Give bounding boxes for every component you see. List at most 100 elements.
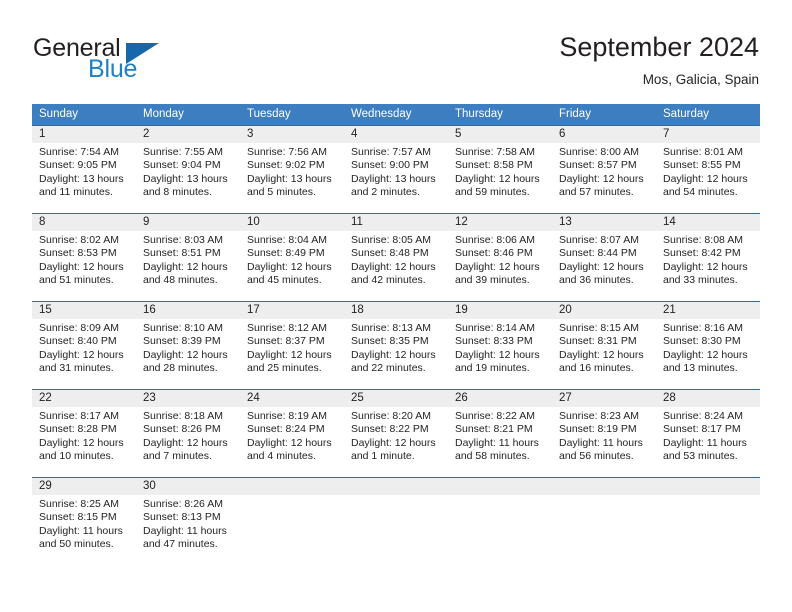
sunset-text: Sunset: 8:53 PM — [39, 247, 117, 260]
daylight-text-line1: Daylight: 12 hours — [559, 172, 644, 185]
day-number[interactable]: 16 — [136, 302, 240, 319]
daylight-text-line2: and 50 minutes. — [39, 538, 114, 551]
day-number[interactable]: 5 — [448, 126, 552, 143]
daylight-text-line1: Daylight: 11 hours — [143, 524, 227, 537]
day-number[interactable]: 15 — [32, 302, 136, 319]
day-cell[interactable]: Sunrise: 8:02 AM Sunset: 8:53 PM Dayligh… — [32, 231, 136, 301]
day-cell[interactable]: Sunrise: 8:01 AM Sunset: 8:55 PM Dayligh… — [656, 143, 760, 213]
day-cell[interactable]: Sunrise: 8:05 AM Sunset: 8:48 PM Dayligh… — [344, 231, 448, 301]
sunrise-text: Sunrise: 8:03 AM — [143, 234, 223, 246]
day-cell[interactable]: Sunrise: 8:00 AM Sunset: 8:57 PM Dayligh… — [552, 143, 656, 213]
day-number[interactable]: 10 — [240, 214, 344, 231]
sunrise-text: Sunrise: 7:55 AM — [143, 146, 223, 158]
daylight-text-line2: and 42 minutes. — [351, 274, 426, 287]
day-cell[interactable]: Sunrise: 8:09 AM Sunset: 8:40 PM Dayligh… — [32, 319, 136, 389]
day-number[interactable]: 6 — [552, 126, 656, 143]
sunrise-text: Sunrise: 8:02 AM — [39, 234, 119, 246]
day-number[interactable]: 17 — [240, 302, 344, 319]
day-number[interactable]: 27 — [552, 390, 656, 407]
day-cell[interactable]: Sunrise: 8:16 AM Sunset: 8:30 PM Dayligh… — [656, 319, 760, 389]
daylight-text-line2: and 59 minutes. — [455, 186, 530, 199]
week-detail-row: Sunrise: 7:54 AM Sunset: 9:05 PM Dayligh… — [32, 143, 760, 213]
day-cell[interactable]: Sunrise: 8:07 AM Sunset: 8:44 PM Dayligh… — [552, 231, 656, 301]
day-number[interactable]: 26 — [448, 390, 552, 407]
day-number[interactable]: 21 — [656, 302, 760, 319]
day-cell[interactable]: Sunrise: 8:18 AM Sunset: 8:26 PM Dayligh… — [136, 407, 240, 477]
daylight-text-line1: Daylight: 11 hours — [39, 524, 123, 537]
day-cell[interactable]: Sunrise: 8:06 AM Sunset: 8:46 PM Dayligh… — [448, 231, 552, 301]
week-day-number-band: 22 23 24 25 26 27 28 — [32, 390, 760, 407]
sunrise-text: Sunrise: 7:58 AM — [455, 146, 535, 158]
day-cell[interactable]: Sunrise: 8:13 AM Sunset: 8:35 PM Dayligh… — [344, 319, 448, 389]
day-cell[interactable]: Sunrise: 8:20 AM Sunset: 8:22 PM Dayligh… — [344, 407, 448, 477]
day-number[interactable]: 30 — [136, 478, 240, 495]
day-number[interactable]: 2 — [136, 126, 240, 143]
day-cell[interactable]: Sunrise: 8:10 AM Sunset: 8:39 PM Dayligh… — [136, 319, 240, 389]
daylight-text-line2: and 5 minutes. — [247, 186, 316, 199]
day-number[interactable]: 14 — [656, 214, 760, 231]
day-cell[interactable]: Sunrise: 8:24 AM Sunset: 8:17 PM Dayligh… — [656, 407, 760, 477]
day-cell[interactable]: Sunrise: 7:55 AM Sunset: 9:04 PM Dayligh… — [136, 143, 240, 213]
daylight-text-line2: and 28 minutes. — [143, 362, 218, 375]
day-number[interactable]: 29 — [32, 478, 136, 495]
day-cell[interactable]: Sunrise: 8:12 AM Sunset: 8:37 PM Dayligh… — [240, 319, 344, 389]
sunrise-text: Sunrise: 8:10 AM — [143, 322, 223, 334]
day-cell[interactable]: Sunrise: 8:03 AM Sunset: 8:51 PM Dayligh… — [136, 231, 240, 301]
day-cell[interactable]: Sunrise: 7:58 AM Sunset: 8:58 PM Dayligh… — [448, 143, 552, 213]
day-number[interactable]: 8 — [32, 214, 136, 231]
day-cell[interactable]: Sunrise: 8:25 AM Sunset: 8:15 PM Dayligh… — [32, 495, 136, 565]
general-blue-logo[interactable]: General Blue — [33, 34, 233, 84]
title-block: September 2024 Mos, Galicia, Spain — [559, 32, 759, 87]
sunrise-text: Sunrise: 8:16 AM — [663, 322, 743, 334]
daylight-text-line2: and 57 minutes. — [559, 186, 634, 199]
day-number[interactable]: 18 — [344, 302, 448, 319]
sunrise-text: Sunrise: 8:17 AM — [39, 410, 119, 422]
day-cell[interactable]: Sunrise: 8:17 AM Sunset: 8:28 PM Dayligh… — [32, 407, 136, 477]
day-number[interactable]: 20 — [552, 302, 656, 319]
day-number[interactable]: 23 — [136, 390, 240, 407]
day-number[interactable]: 25 — [344, 390, 448, 407]
daylight-text-line1: Daylight: 11 hours — [663, 436, 747, 449]
sunrise-text: Sunrise: 8:26 AM — [143, 498, 223, 510]
day-number[interactable]: 13 — [552, 214, 656, 231]
sunrise-text: Sunrise: 8:25 AM — [39, 498, 119, 510]
daylight-text-line1: Daylight: 13 hours — [39, 172, 124, 185]
daylight-text-line2: and 47 minutes. — [143, 538, 218, 551]
daylight-text-line2: and 4 minutes. — [247, 450, 316, 463]
day-cell[interactable]: Sunrise: 8:08 AM Sunset: 8:42 PM Dayligh… — [656, 231, 760, 301]
day-number[interactable]: 12 — [448, 214, 552, 231]
day-cell[interactable]: Sunrise: 8:04 AM Sunset: 8:49 PM Dayligh… — [240, 231, 344, 301]
sunset-text: Sunset: 8:31 PM — [559, 335, 637, 348]
daylight-text-line2: and 1 minute. — [351, 450, 415, 463]
day-number[interactable]: 11 — [344, 214, 448, 231]
calendar-grid: Sunday Monday Tuesday Wednesday Thursday… — [32, 104, 760, 565]
day-number[interactable]: 9 — [136, 214, 240, 231]
day-cell[interactable]: Sunrise: 7:57 AM Sunset: 9:00 PM Dayligh… — [344, 143, 448, 213]
day-cell[interactable]: Sunrise: 8:19 AM Sunset: 8:24 PM Dayligh… — [240, 407, 344, 477]
day-number[interactable]: 19 — [448, 302, 552, 319]
day-number[interactable]: 24 — [240, 390, 344, 407]
day-number[interactable]: 4 — [344, 126, 448, 143]
sunset-text: Sunset: 8:49 PM — [247, 247, 325, 260]
day-cell-empty — [448, 495, 552, 565]
day-cell[interactable]: Sunrise: 8:23 AM Sunset: 8:19 PM Dayligh… — [552, 407, 656, 477]
day-cell[interactable]: Sunrise: 7:54 AM Sunset: 9:05 PM Dayligh… — [32, 143, 136, 213]
daylight-text-line2: and 51 minutes. — [39, 274, 114, 287]
day-cell-empty — [240, 495, 344, 565]
day-cell[interactable]: Sunrise: 8:15 AM Sunset: 8:31 PM Dayligh… — [552, 319, 656, 389]
sunset-text: Sunset: 8:51 PM — [143, 247, 221, 260]
daylight-text-line1: Daylight: 12 hours — [247, 436, 332, 449]
day-number[interactable]: 22 — [32, 390, 136, 407]
day-number[interactable]: 28 — [656, 390, 760, 407]
daylight-text-line2: and 58 minutes. — [455, 450, 530, 463]
day-number[interactable]: 3 — [240, 126, 344, 143]
day-cell[interactable]: Sunrise: 8:26 AM Sunset: 8:13 PM Dayligh… — [136, 495, 240, 565]
day-cell[interactable]: Sunrise: 8:14 AM Sunset: 8:33 PM Dayligh… — [448, 319, 552, 389]
day-cell-empty — [344, 495, 448, 565]
logo-text-blue: Blue — [88, 55, 138, 83]
day-number-empty — [656, 478, 760, 495]
day-cell[interactable]: Sunrise: 7:56 AM Sunset: 9:02 PM Dayligh… — [240, 143, 344, 213]
day-number[interactable]: 1 — [32, 126, 136, 143]
day-number[interactable]: 7 — [656, 126, 760, 143]
day-cell[interactable]: Sunrise: 8:22 AM Sunset: 8:21 PM Dayligh… — [448, 407, 552, 477]
